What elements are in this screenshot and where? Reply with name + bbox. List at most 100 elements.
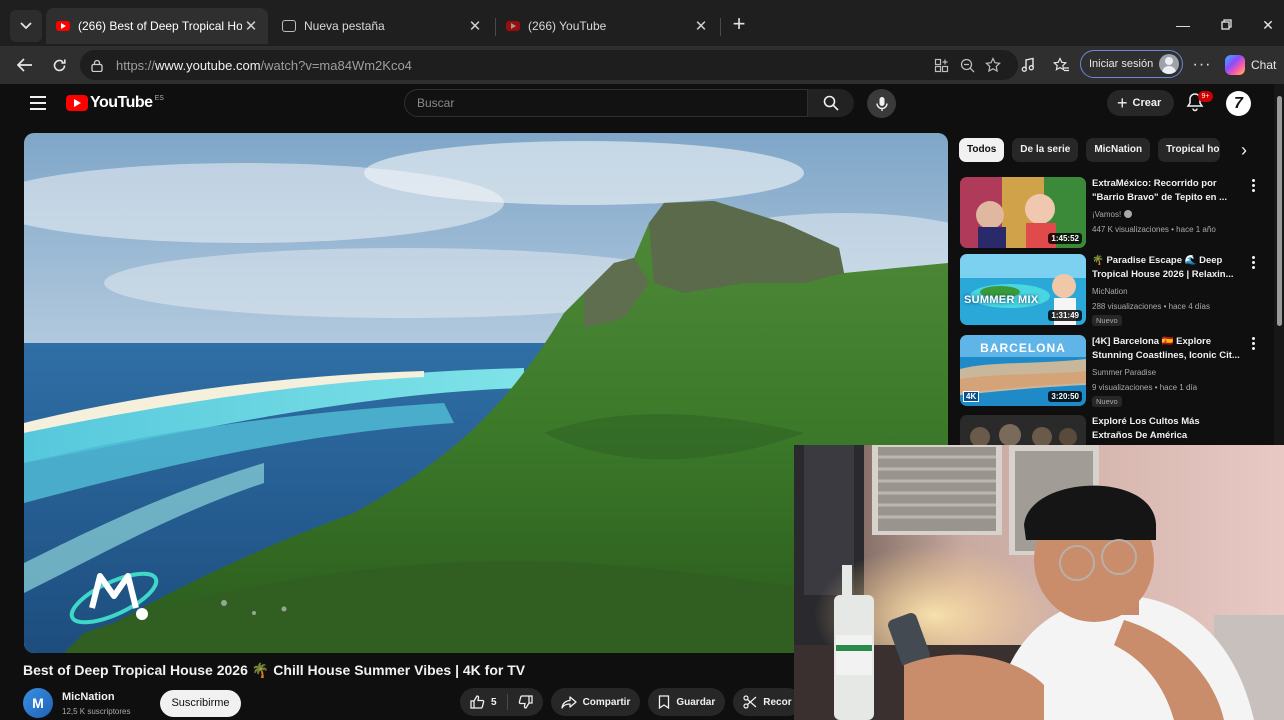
guide-menu-icon[interactable] xyxy=(30,96,46,110)
address-bar[interactable]: https://www.youtube.com/watch?v=ma84Wm2K… xyxy=(80,50,1018,80)
dislike-button[interactable] xyxy=(508,688,543,716)
recommendation-title[interactable]: 🌴 Paradise Escape 🌊 Deep Tropical House … xyxy=(1092,254,1244,282)
recommendation-item[interactable]: 1:45:52 ExtraMéxico: Recorrido por "Barr… xyxy=(960,177,1260,253)
favorites-button[interactable] xyxy=(1048,52,1074,78)
back-button[interactable] xyxy=(12,52,38,78)
restore-window-icon xyxy=(1220,19,1232,30)
thumbs-down-icon xyxy=(518,695,533,709)
subscriber-count: 12,5 K suscriptores xyxy=(62,707,131,716)
recommendation-title[interactable]: ExtraMéxico: Recorrido por "Barrio Bravo… xyxy=(1092,177,1244,205)
new-badge: Nuevo xyxy=(1092,396,1122,407)
maximize-window-button[interactable] xyxy=(1212,12,1240,38)
recommendation-meta: 447 K visualizaciones • hace 1 año xyxy=(1092,225,1216,234)
search-input[interactable]: Buscar xyxy=(404,89,808,117)
tab-best-of-deep-tropical-house[interactable]: (266) Best of Deep Tropical House ✕ xyxy=(46,8,268,44)
new-tab-page-icon xyxy=(282,20,296,32)
more-horizontal-icon: ··· xyxy=(1192,56,1212,73)
share-button[interactable]: Compartir xyxy=(550,688,641,716)
tab-title: (266) YouTube xyxy=(528,19,607,33)
verified-badge-icon xyxy=(1124,210,1133,218)
recommendation-title-line: 🌴 Paradise Escape 🌊 Deep xyxy=(1092,255,1223,266)
browser-toolbar: https://www.youtube.com/watch?v=ma84Wm2K… xyxy=(0,46,1284,84)
chip-todos[interactable]: Todos xyxy=(959,138,1005,162)
tab-actions-menu-button[interactable] xyxy=(10,10,42,42)
subscribe-button[interactable]: Suscribirme xyxy=(160,690,241,717)
recommendation-title[interactable]: Exploré Los Cultos Más Extraños De Améri… xyxy=(1092,415,1244,443)
close-tab-icon[interactable]: ✕ xyxy=(692,17,710,35)
recommendation-channel[interactable]: Summer Paradise xyxy=(1092,368,1156,377)
thumbs-up-icon xyxy=(470,695,485,709)
favorite-star-icon[interactable] xyxy=(984,56,1002,74)
copilot-icon xyxy=(1225,55,1245,75)
video-title-part2: Chill House Summer Vibes | 4K for TV xyxy=(273,662,526,678)
search-placeholder: Buscar xyxy=(417,96,455,110)
tab-title: (266) Best of Deep Tropical House xyxy=(78,19,242,33)
account-avatar[interactable]: 7 xyxy=(1226,91,1251,116)
page-scrollbar-thumb[interactable] xyxy=(1277,96,1282,326)
more-actions-icon[interactable] xyxy=(1250,337,1256,351)
channel-name[interactable]: MicNation xyxy=(62,691,115,703)
youtube-header: YouTube ES Buscar + Crear 9+ 7 xyxy=(10,84,1274,124)
close-window-button[interactable]: ✕ xyxy=(1254,12,1282,38)
webcam-overlay xyxy=(794,445,1284,720)
recommendation-title[interactable]: [4K] Barcelona 🇪🇸 Explore Stunning Coast… xyxy=(1092,335,1244,363)
video-title-part1: Best of Deep Tropical House 2026 xyxy=(23,662,248,678)
chip-de-la-serie[interactable]: De la serie xyxy=(1012,138,1079,162)
like-dislike-group: 5 xyxy=(460,688,543,716)
related-filter-chips: Todos De la serie MicNation Tropical ho xyxy=(959,138,1259,162)
minimize-window-button[interactable]: — xyxy=(1169,12,1197,38)
app-available-icon[interactable] xyxy=(932,56,950,74)
url-host: www.youtube.com xyxy=(155,57,261,73)
media-control-button[interactable] xyxy=(1015,52,1041,78)
close-tab-icon[interactable]: ✕ xyxy=(466,17,484,35)
more-actions-icon[interactable] xyxy=(1250,256,1256,270)
recommendation-channel[interactable]: MicNation xyxy=(1092,287,1128,296)
save-button[interactable]: Guardar xyxy=(648,688,726,716)
create-button[interactable]: + Crear xyxy=(1107,90,1174,116)
create-label: Crear xyxy=(1132,97,1162,109)
voice-search-button[interactable] xyxy=(867,89,896,118)
channel-name: ¡Vamos! xyxy=(1092,210,1122,219)
recommendation-title-line: Exploré Los Cultos Más xyxy=(1092,416,1200,427)
share-label: Compartir xyxy=(582,696,631,708)
video-duration: 1:31:49 xyxy=(1048,310,1082,321)
close-tab-icon[interactable]: ✕ xyxy=(242,17,260,35)
browser-tab-strip: (266) Best of Deep Tropical House ✕ Nuev… xyxy=(0,0,1284,46)
recommendation-thumbnail[interactable]: 1:45:52 xyxy=(960,177,1086,248)
chip-micnation[interactable]: MicNation xyxy=(1086,138,1151,162)
more-options-button[interactable]: ··· xyxy=(1189,52,1215,78)
chip-tropical-house[interactable]: Tropical ho xyxy=(1158,138,1221,162)
search-button[interactable] xyxy=(808,89,854,117)
zoom-icon[interactable] xyxy=(958,56,976,74)
copilot-chat-button[interactable]: Chat xyxy=(1225,53,1276,77)
like-button[interactable]: 5 xyxy=(460,688,507,716)
reload-button[interactable] xyxy=(46,52,72,78)
recommendation-item[interactable]: SUMMER MIX 1:31:49 🌴 Paradise Escape 🌊 D… xyxy=(960,254,1260,330)
url-scheme: https:// xyxy=(116,57,156,73)
recommendation-title-line: ExtraMéxico: Recorrido por xyxy=(1092,178,1217,189)
address-url[interactable]: https://www.youtube.com/watch?v=ma84Wm2K… xyxy=(116,58,412,73)
channel-avatar[interactable]: M xyxy=(23,688,53,718)
new-tab-button[interactable]: + xyxy=(726,12,752,38)
youtube-logo[interactable]: YouTube ES xyxy=(66,94,164,112)
video-title: Best of Deep Tropical House 2026 🌴 Chill H… xyxy=(23,662,525,679)
like-count: 5 xyxy=(491,696,497,708)
reload-icon xyxy=(53,59,66,71)
tab-nueva-pestana[interactable]: Nueva pestaña ✕ xyxy=(272,8,492,44)
youtube-favicon-icon xyxy=(506,21,520,31)
share-arrow-icon xyxy=(560,695,577,709)
notifications-button[interactable]: 9+ xyxy=(1186,91,1213,114)
chips-next-button[interactable]: › xyxy=(1234,140,1254,160)
recommendation-channel[interactable]: ¡Vamos! xyxy=(1092,210,1133,219)
recommendation-title-line: [4K] Barcelona 🇪🇸 Explore xyxy=(1092,336,1212,347)
more-actions-icon[interactable] xyxy=(1250,179,1256,193)
recommendation-thumbnail[interactable]: SUMMER MIX 1:31:49 xyxy=(960,254,1086,325)
recommendation-thumbnail[interactable]: BARCELONA 4K 3:20:50 xyxy=(960,335,1086,406)
site-info-lock-icon[interactable] xyxy=(88,56,106,74)
video-actions: 5 Compartir Guardar Recor xyxy=(460,688,810,718)
clip-button[interactable]: Recor xyxy=(733,688,802,716)
sign-in-button[interactable]: Iniciar sesión xyxy=(1080,50,1183,78)
tab-youtube[interactable]: (266) YouTube ✕ xyxy=(496,8,718,44)
recommendation-item[interactable]: BARCELONA 4K 3:20:50 [4K] Barcelona 🇪🇸 E… xyxy=(960,335,1260,411)
plus-icon: + xyxy=(1117,93,1128,113)
